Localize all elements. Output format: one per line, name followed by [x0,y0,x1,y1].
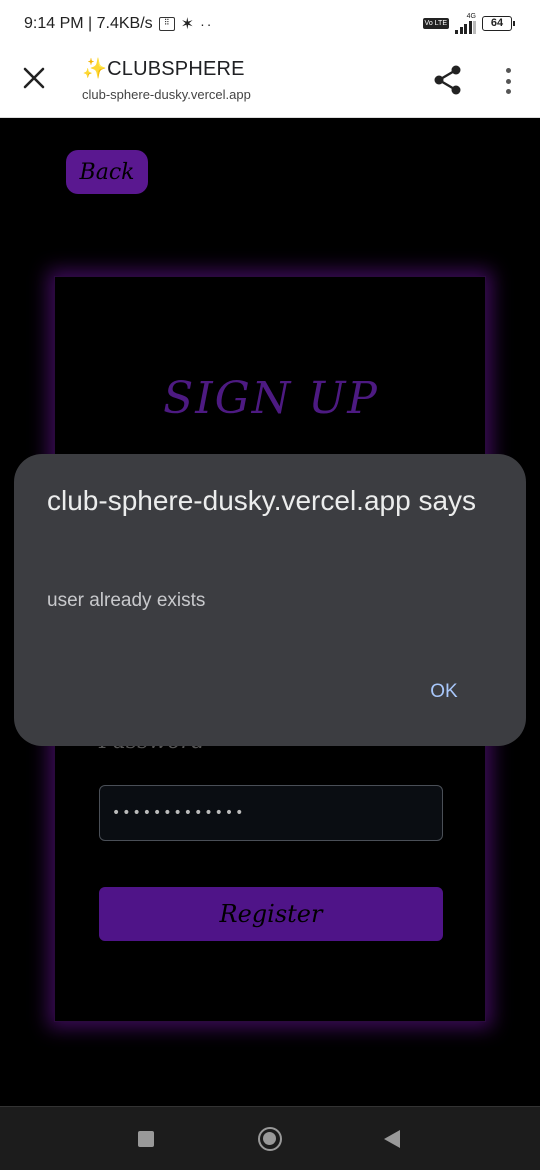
status-bar: 9:14 PM | 7.4KB/s ⠿ ✶ ·· Vo LTE 4G 64 [0,0,540,46]
calculator-icon: ⠿ [158,17,175,31]
site-title: ✨CLUBSPHERE [82,58,245,80]
alert-dialog: club-sphere-dusky.vercel.app says user a… [14,454,526,746]
battery-level: 64 [490,17,504,29]
system-nav-bar [0,1106,540,1170]
ok-button[interactable]: OK [414,676,474,708]
close-icon [23,67,45,89]
page-title: SIGN UP [163,373,379,424]
share-button[interactable] [432,64,464,96]
more-options-button[interactable] [500,66,516,96]
dialog-message: user already exists [47,590,206,611]
dialog-title: club-sphere-dusky.vercel.app says [47,485,477,516]
battery-icon: 64 [482,16,515,31]
back-button[interactable]: Back [66,150,148,194]
status-right: Vo LTE 4G 64 [422,13,515,34]
browser-toolbar: ✨CLUBSPHERE club-sphere-dusky.vercel.app [0,46,540,118]
password-value: ••••••••••••• [112,805,246,821]
share-icon [434,65,461,95]
close-button[interactable] [20,64,48,92]
site-url: club-sphere-dusky.vercel.app [82,87,251,102]
volte-icon: Vo LTE [422,18,449,29]
status-left: 9:14 PM | 7.4KB/s ⠿ ✶ ·· [24,14,213,34]
bluetooth-icon: ✶ [180,16,195,33]
back-icon[interactable] [384,1130,400,1148]
home-icon[interactable] [258,1127,282,1151]
recent-apps-icon[interactable] [138,1131,154,1147]
more-notifications-icon: ·· [200,16,214,32]
title-block: ✨CLUBSPHERE club-sphere-dusky.vercel.app [82,56,251,102]
register-button[interactable]: Register [99,887,443,941]
more-vert-icon [505,68,511,73]
signal-icon [455,20,476,34]
password-field[interactable]: ••••••••••••• [99,785,443,841]
signal-group: 4G [455,13,476,34]
status-time: 9:14 PM | 7.4KB/s [24,15,153,32]
network-type: 4G [466,13,476,20]
